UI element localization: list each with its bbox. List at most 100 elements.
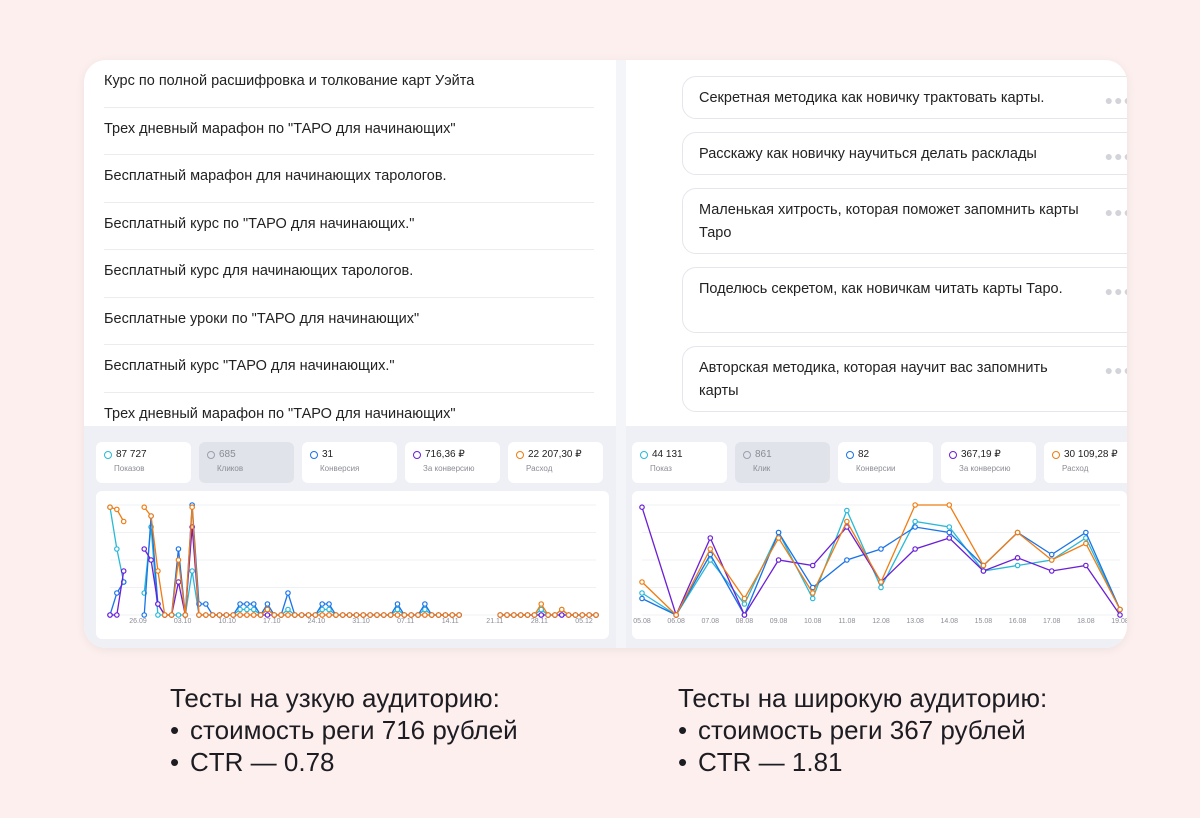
data-point[interactable] <box>244 606 250 613</box>
data-point[interactable] <box>741 612 748 618</box>
data-point[interactable] <box>326 601 332 607</box>
data-point[interactable] <box>175 579 182 585</box>
data-point[interactable] <box>524 612 531 618</box>
data-point[interactable] <box>422 612 428 618</box>
list-item[interactable]: Расскажу как новичку научиться делать ра… <box>682 132 1127 175</box>
list-item[interactable]: Маленькая хитрость, которая поможет запо… <box>682 188 1127 254</box>
data-point[interactable] <box>844 507 850 514</box>
data-point[interactable] <box>558 612 565 618</box>
data-point[interactable] <box>107 612 113 618</box>
data-point[interactable] <box>250 612 257 618</box>
data-point[interactable] <box>511 612 517 618</box>
data-point[interactable] <box>319 606 325 613</box>
data-point[interactable] <box>878 584 884 591</box>
data-point[interactable] <box>223 612 230 618</box>
list-item[interactable]: Секретная методика как новичку трактоват… <box>682 76 1127 119</box>
data-point[interactable] <box>1014 562 1021 569</box>
data-point[interactable] <box>271 612 278 618</box>
data-point[interactable] <box>775 557 782 563</box>
data-point[interactable] <box>946 535 953 541</box>
data-point[interactable] <box>244 612 250 618</box>
data-point[interactable] <box>552 612 558 618</box>
data-point[interactable] <box>257 612 264 618</box>
data-point[interactable] <box>545 612 551 618</box>
data-point[interactable] <box>107 504 113 511</box>
list-item[interactable]: Бесплатные уроки по "ТАРО для начинающих… <box>104 298 594 345</box>
data-point[interactable] <box>497 612 503 618</box>
data-point[interactable] <box>741 595 748 602</box>
data-point[interactable] <box>319 612 325 618</box>
data-point[interactable] <box>168 612 175 618</box>
data-point[interactable] <box>707 546 714 552</box>
more-icon[interactable]: ●●● <box>1105 89 1127 112</box>
data-point[interactable] <box>538 606 545 613</box>
data-point[interactable] <box>114 546 120 552</box>
data-point[interactable] <box>319 601 325 607</box>
data-point[interactable] <box>250 606 257 613</box>
data-point[interactable] <box>339 612 346 618</box>
data-point[interactable] <box>353 612 360 618</box>
data-point[interactable] <box>449 612 456 618</box>
data-point[interactable] <box>394 612 401 618</box>
data-point[interactable] <box>175 546 182 552</box>
data-point[interactable] <box>1014 529 1021 536</box>
data-point[interactable] <box>189 568 195 574</box>
data-point[interactable] <box>230 612 237 618</box>
data-point[interactable] <box>298 612 305 618</box>
data-point[interactable] <box>408 612 414 618</box>
data-point[interactable] <box>565 612 572 618</box>
data-point[interactable] <box>1048 568 1055 574</box>
data-point[interactable] <box>114 612 120 618</box>
stat-clicks[interactable]: 685 Кликов <box>199 442 294 483</box>
data-point[interactable] <box>285 606 291 613</box>
stat-impressions[interactable]: 87 727 Показов <box>96 442 191 483</box>
list-item[interactable]: Бесплатный марафон для начинающих тароло… <box>104 155 594 203</box>
data-point[interactable] <box>196 612 202 618</box>
stat-conversions[interactable]: 82 Конверсии <box>838 442 933 483</box>
data-point[interactable] <box>189 504 195 511</box>
data-point[interactable] <box>237 601 243 607</box>
data-point[interactable] <box>326 606 332 613</box>
data-point[interactable] <box>264 601 271 607</box>
list-item[interactable]: Бесплатный курс для начинающих тарологов… <box>104 250 594 298</box>
data-point[interactable] <box>237 606 243 613</box>
data-point[interactable] <box>326 612 332 618</box>
data-point[interactable] <box>250 601 257 607</box>
data-point[interactable] <box>285 612 291 618</box>
data-point[interactable] <box>394 606 401 613</box>
data-point[interactable] <box>305 612 312 618</box>
stat-spend[interactable]: 30 109,28 ₽ Расход <box>1044 442 1127 483</box>
data-point[interactable] <box>912 502 918 508</box>
data-point[interactable] <box>946 502 953 508</box>
stat-cost-per-conversion[interactable]: 716,36 ₽ За конверсию <box>405 442 500 483</box>
stat-cost-per-conversion[interactable]: 367,19 ₽ За конверсию <box>941 442 1036 483</box>
data-point[interactable] <box>182 612 189 618</box>
data-point[interactable] <box>312 612 319 618</box>
data-point[interactable] <box>878 579 884 585</box>
list-item[interactable]: Поделюсь секретом, как новичкам читать к… <box>682 267 1127 333</box>
data-point[interactable] <box>161 612 168 618</box>
data-point[interactable] <box>741 601 748 607</box>
data-point[interactable] <box>456 612 462 618</box>
data-point[interactable] <box>1117 606 1123 613</box>
data-point[interactable] <box>442 612 449 618</box>
data-point[interactable] <box>878 546 884 552</box>
data-point[interactable] <box>531 612 538 618</box>
data-point[interactable] <box>285 590 291 596</box>
data-point[interactable] <box>155 568 161 574</box>
data-point[interactable] <box>775 529 782 536</box>
data-point[interactable] <box>367 612 373 618</box>
data-point[interactable] <box>980 562 987 569</box>
data-point[interactable] <box>435 612 442 618</box>
data-point[interactable] <box>401 612 408 618</box>
data-point[interactable] <box>844 518 850 525</box>
data-point[interactable] <box>593 612 599 618</box>
data-point[interactable] <box>333 612 339 618</box>
data-point[interactable] <box>203 601 209 607</box>
data-point[interactable] <box>264 606 271 613</box>
stat-impressions[interactable]: 44 131 Показ <box>632 442 727 483</box>
data-point[interactable] <box>175 612 182 618</box>
data-point[interactable] <box>912 524 918 530</box>
data-point[interactable] <box>278 612 284 618</box>
data-point[interactable] <box>1048 551 1055 558</box>
